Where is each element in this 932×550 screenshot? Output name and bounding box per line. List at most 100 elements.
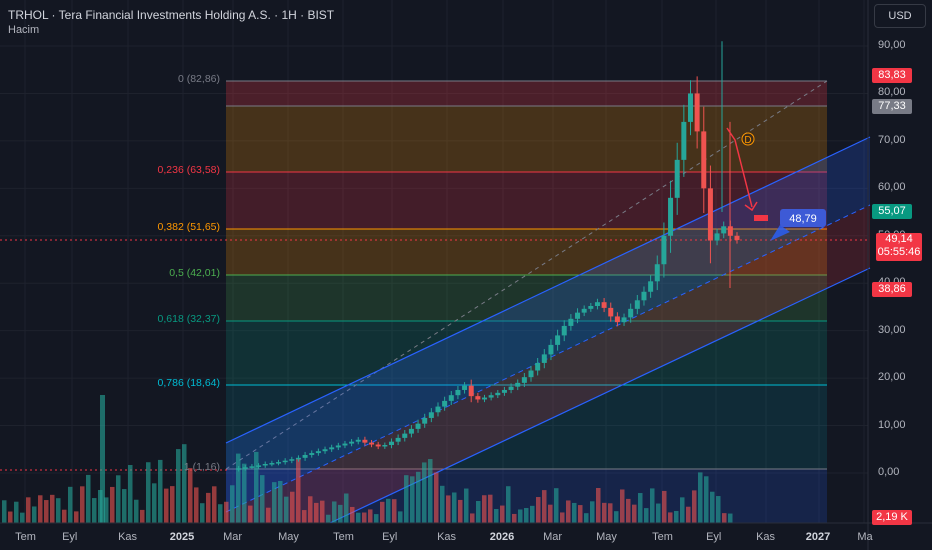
time-label[interactable]: Kas (437, 531, 456, 543)
candle-body (535, 362, 541, 371)
volume-bar (644, 508, 649, 523)
volume-bar (134, 499, 139, 523)
fib-level-label: 1 (1,16) (183, 461, 220, 473)
candle-body (276, 462, 282, 464)
volume-bar (80, 486, 85, 523)
price-tick[interactable]: 80,00 (878, 86, 906, 98)
candle-body (422, 417, 428, 424)
candle-body (369, 442, 375, 445)
volume-bar (284, 496, 289, 523)
fib-level-label: 0 (82,86) (177, 73, 220, 85)
candle-body (302, 454, 308, 458)
time-label[interactable]: Kas (118, 531, 137, 543)
currency-button[interactable]: USD (874, 4, 926, 28)
volume-bar (14, 501, 19, 523)
volume-bar (488, 494, 493, 523)
candle-body (455, 389, 461, 396)
volume-bar (410, 476, 415, 523)
time-label[interactable]: 2026 (490, 531, 514, 543)
volume-bar (38, 495, 43, 523)
volume-bar (2, 500, 7, 523)
candle-body (249, 466, 255, 468)
price-tick[interactable]: 10,00 (878, 419, 906, 431)
volume-label[interactable]: Hacim (8, 24, 39, 36)
candle-body (654, 264, 660, 282)
candle-body (528, 370, 534, 378)
fib-zone (226, 81, 827, 106)
price-tick[interactable]: 30,00 (878, 324, 906, 336)
volume-bar (182, 444, 187, 523)
candle-body (548, 344, 554, 355)
volume-bar (530, 505, 535, 523)
time-label[interactable]: Kas (756, 531, 775, 543)
volume-bar (404, 475, 409, 523)
candle-body (448, 395, 454, 401)
volume-bar (326, 514, 331, 523)
candle-body (309, 453, 315, 455)
candle-body (342, 443, 348, 446)
price-tick[interactable]: 20,00 (878, 371, 906, 383)
time-label[interactable]: Tem (333, 531, 354, 543)
price-tick[interactable]: 70,00 (878, 134, 906, 146)
candle-body (734, 235, 740, 241)
candle-body (621, 317, 627, 323)
price-tick[interactable]: 60,00 (878, 181, 906, 193)
time-label[interactable]: 2027 (806, 531, 830, 543)
price-tick[interactable]: 90,00 (878, 39, 906, 51)
volume-bar (608, 503, 613, 523)
volume-bar (320, 500, 325, 523)
time-label[interactable]: Ma (857, 531, 872, 543)
candle-body (322, 449, 328, 452)
time-label[interactable]: Eyl (382, 531, 397, 543)
candle-body (435, 406, 441, 413)
candle-body (555, 335, 561, 345)
time-label[interactable]: Tem (15, 531, 36, 543)
time-label[interactable]: May (596, 531, 617, 543)
price-tick[interactable]: 0,00 (878, 466, 899, 478)
candle-body (661, 235, 667, 265)
volume-bar (596, 487, 601, 523)
volume-bar (314, 502, 319, 523)
fib-level-label: 0,618 (32,37) (157, 313, 220, 325)
symbol-title[interactable]: TRHOL · Tera Financial Investments Holdi… (8, 8, 334, 22)
volume-bar (362, 512, 367, 523)
volume-bar (224, 501, 229, 523)
volume-bar (560, 512, 565, 523)
volume-bar (464, 488, 469, 523)
volume-bar (614, 511, 619, 523)
price-badge: 49,14 05:55:46 (876, 233, 922, 261)
candle-body (701, 131, 707, 189)
time-label[interactable]: May (278, 531, 299, 543)
volume-bar (50, 494, 55, 523)
volume-bar (584, 513, 589, 523)
time-label[interactable]: Eyl (706, 531, 721, 543)
candle-body (256, 465, 262, 467)
volume-bar (668, 512, 673, 523)
volume-bar (566, 500, 571, 523)
volume-bar (506, 486, 511, 523)
volume-bar (32, 506, 37, 523)
candle-body (375, 444, 381, 447)
candle-body (568, 318, 574, 326)
candle-body (508, 386, 514, 390)
time-label[interactable]: 2025 (170, 531, 194, 543)
volume-bar (296, 458, 301, 523)
time-label[interactable]: Mar (543, 531, 562, 543)
chart-area[interactable]: D 48,79 TRHOL · Tera Financial Investment… (0, 0, 932, 550)
volume-bar (44, 500, 49, 523)
candle-body (415, 423, 421, 429)
volume-bar (290, 491, 295, 523)
price-badge-value: 49,14 (885, 233, 913, 245)
volume-bar (482, 495, 487, 523)
candle-body (289, 459, 295, 461)
volume-bar (344, 493, 349, 523)
time-label[interactable]: Mar (223, 531, 242, 543)
volume-bar (722, 513, 727, 523)
volume-bar (470, 513, 475, 523)
volume-bar (194, 487, 199, 523)
time-label[interactable]: Tem (652, 531, 673, 543)
candle-body (269, 463, 275, 465)
volume-bar (590, 501, 595, 523)
time-label[interactable]: Eyl (62, 531, 77, 543)
volume-bar (446, 495, 451, 523)
